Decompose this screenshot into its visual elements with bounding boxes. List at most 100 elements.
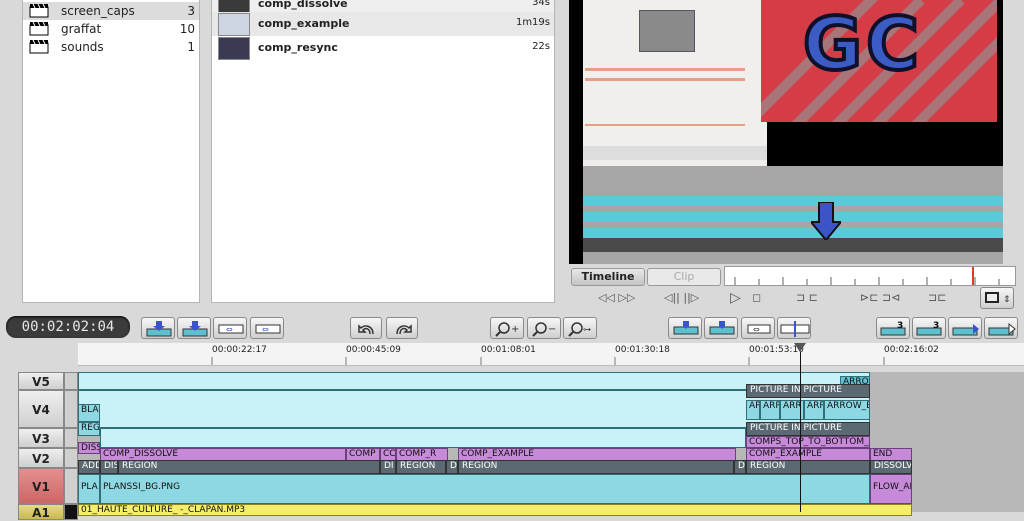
bin-item-sounds[interactable]: sounds 1 bbox=[23, 38, 199, 56]
bin-count: 10 bbox=[179, 22, 195, 36]
track-header-v2[interactable]: V2 bbox=[18, 448, 64, 468]
timeline-region[interactable]: ADD bbox=[78, 460, 100, 474]
export-icon bbox=[988, 322, 1016, 336]
video-viewer[interactable]: GC bbox=[569, 0, 1003, 264]
ruler-label: 00:00:45:09 bbox=[346, 345, 401, 355]
zoom-out-button[interactable]: − bbox=[527, 317, 561, 339]
track-toggle[interactable] bbox=[64, 448, 78, 468]
play-icon[interactable]: ▷ bbox=[730, 290, 741, 306]
ripple-button[interactable]: ⇔ bbox=[741, 317, 775, 339]
timeline-region[interactable]: REGION bbox=[746, 460, 870, 474]
timeline-clip[interactable]: FLOW_AI bbox=[870, 474, 912, 504]
viewer-embedded-dialog bbox=[583, 0, 767, 166]
viewer-scrubber[interactable] bbox=[724, 266, 1016, 286]
stop-icon[interactable]: ◻ bbox=[752, 291, 761, 304]
tab-timeline[interactable]: Timeline bbox=[571, 268, 645, 286]
svg-text:⇔: ⇔ bbox=[226, 325, 233, 334]
timeline-region[interactable]: REGION bbox=[458, 460, 734, 474]
track-header-v1[interactable]: V1 bbox=[18, 468, 64, 504]
track-toggle[interactable] bbox=[64, 390, 78, 428]
overwrite-icon bbox=[182, 321, 208, 337]
viewer-embedded-timeline bbox=[583, 166, 1003, 264]
add-track-button-2[interactable]: 3 bbox=[912, 317, 946, 339]
extract-icon: ⇔ bbox=[255, 324, 281, 334]
svg-text:⊶: ⊶ bbox=[583, 325, 591, 334]
track-header-v5[interactable]: V5 bbox=[18, 372, 64, 390]
export-button[interactable] bbox=[984, 317, 1018, 339]
embedded-preview-rect bbox=[639, 10, 695, 52]
goto-icon[interactable]: ⊐⊏ bbox=[928, 291, 946, 304]
svg-text:−: − bbox=[548, 324, 556, 335]
playhead-line-ruler bbox=[800, 352, 801, 372]
track-header-a1[interactable]: A1 bbox=[18, 504, 64, 520]
zoom-fit-button[interactable]: ⊶ bbox=[563, 317, 597, 339]
match-frame-icon bbox=[952, 324, 979, 336]
timeline-region[interactable]: DISSOLV bbox=[870, 460, 912, 474]
timeline-region[interactable]: D bbox=[446, 460, 458, 474]
clip-item-comp-example[interactable]: comp_example 1m19s bbox=[212, 12, 554, 36]
timeline-ruler[interactable]: 00:00:22:17 00:00:45:09 00:01:08:01 00:0… bbox=[78, 343, 1024, 366]
redo-button[interactable] bbox=[386, 317, 418, 339]
track-toggle[interactable] bbox=[64, 468, 78, 504]
timeline-clip[interactable]: PLA bbox=[78, 474, 100, 504]
timeline-clip[interactable]: COMPS_TOP_TO_BOTTOM_E bbox=[746, 436, 870, 448]
tab-clip[interactable]: Clip bbox=[647, 268, 721, 286]
embedded-slider bbox=[585, 124, 745, 126]
bin-item-screen-caps[interactable]: screen_caps 3 bbox=[23, 2, 199, 20]
timeline-region[interactable]: DIS bbox=[100, 460, 118, 474]
add-track-icon: 3 bbox=[916, 321, 942, 336]
timeline-region[interactable]: DI bbox=[380, 460, 396, 474]
track-toggle[interactable] bbox=[64, 504, 78, 520]
cut-icon bbox=[780, 321, 810, 337]
timeline-clip[interactable]: DISSO bbox=[78, 442, 100, 454]
mark-in-icon[interactable]: ⊐ ⊏ bbox=[796, 291, 818, 304]
timeline-clip[interactable]: PLANSSI_BG.PNG bbox=[100, 474, 870, 504]
zoom-in-button[interactable]: + bbox=[490, 317, 524, 339]
timeline-clip[interactable]: ARROW_B bbox=[824, 400, 870, 420]
down-arrow-icon bbox=[811, 202, 841, 240]
timeline-clip[interactable]: BLA bbox=[78, 404, 100, 422]
timeline-region[interactable]: DI bbox=[734, 460, 746, 474]
clip-list[interactable]: comp_dissolve 34s comp_example 1m19s com… bbox=[211, 0, 555, 303]
timecode-display[interactable]: 00:02:02:04 bbox=[6, 316, 130, 338]
timeline-region[interactable]: REGION bbox=[396, 460, 446, 474]
match-frame-button[interactable] bbox=[948, 317, 982, 339]
insert-button[interactable] bbox=[141, 317, 175, 339]
timeline-clip[interactable]: REG bbox=[78, 422, 100, 436]
trim-in-button[interactable] bbox=[668, 317, 702, 339]
trim-out-icon bbox=[709, 321, 735, 335]
ruler-label: 00:02:16:02 bbox=[884, 345, 939, 355]
timeline-clip[interactable]: ARR bbox=[760, 400, 780, 420]
extract-button[interactable]: ⇔ bbox=[250, 317, 284, 339]
cut-button[interactable] bbox=[777, 317, 811, 339]
clip-item-comp-resync[interactable]: comp_resync 22s bbox=[212, 36, 554, 60]
lift-button[interactable]: ⇔ bbox=[213, 317, 247, 339]
view-mode-button[interactable]: ⇕ bbox=[980, 287, 1014, 309]
track-header-v3[interactable]: V3 bbox=[18, 428, 64, 448]
mark-out-icon[interactable]: ⊳⊏ ⊐⊲ bbox=[860, 291, 900, 304]
timeline-region[interactable]: PICTURE IN PICTURE bbox=[746, 384, 870, 398]
svg-text:3: 3 bbox=[897, 321, 903, 331]
undo-button[interactable] bbox=[350, 317, 382, 339]
overwrite-button[interactable] bbox=[177, 317, 211, 339]
ruler-label: 00:01:30:18 bbox=[615, 345, 670, 355]
bin-folder-icon bbox=[29, 39, 49, 54]
track-toggle[interactable] bbox=[64, 428, 78, 448]
trim-out-button[interactable] bbox=[704, 317, 738, 339]
timeline-region[interactable]: PICTURE IN PICTURE bbox=[746, 422, 870, 436]
timeline-clip[interactable]: AR bbox=[746, 400, 760, 420]
track-header-v4[interactable]: V4 bbox=[18, 390, 64, 428]
bin-folder-icon bbox=[29, 21, 49, 36]
track-toggle[interactable] bbox=[64, 372, 78, 390]
audio-clip[interactable]: 01_HAUTE_CULTURE_ -_CLAPAN.MP3 bbox=[78, 504, 912, 516]
clip-name: comp_resync bbox=[258, 41, 338, 54]
rewind-icon[interactable]: ◁◁ ▷▷ bbox=[598, 291, 635, 304]
bin-item-graffat[interactable]: graffat 10 bbox=[23, 20, 199, 38]
timeline-region[interactable]: REGION bbox=[118, 460, 380, 474]
step-icon[interactable]: ◁|| ||▷ bbox=[664, 291, 699, 304]
bin-list[interactable]: screen_caps 3 graffat 10 sounds 1 bbox=[22, 0, 200, 303]
timeline-clip[interactable]: ARR bbox=[804, 400, 824, 420]
timeline-clip[interactable] bbox=[100, 428, 746, 448]
timeline-tracks[interactable]: V5 V4 V3 V2 V1 A1 ARROW BLA PICTURE IN P… bbox=[18, 372, 1024, 520]
add-track-button[interactable]: 3 bbox=[876, 317, 910, 339]
